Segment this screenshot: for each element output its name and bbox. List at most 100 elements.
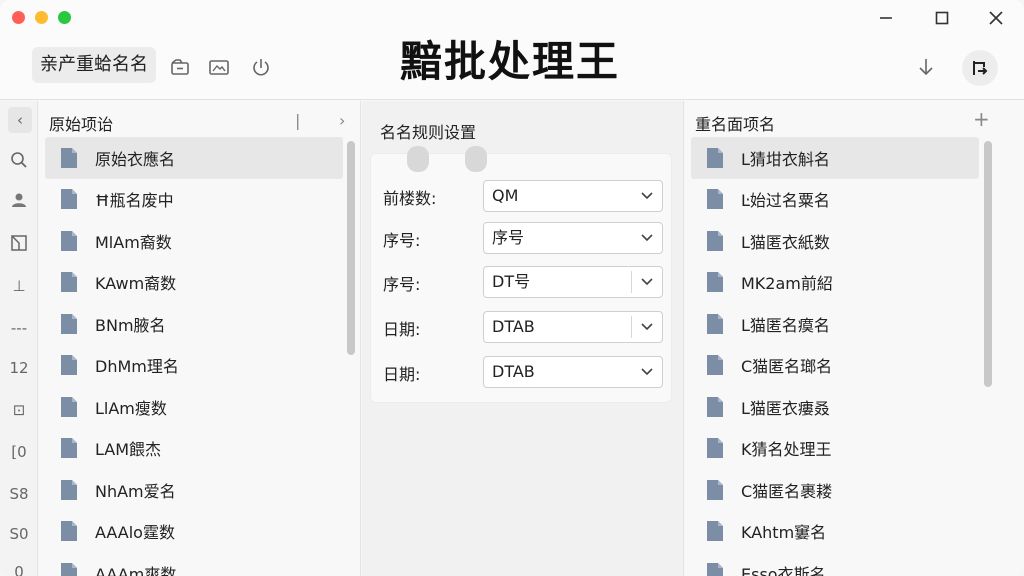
file-icon: [59, 230, 79, 252]
file-icon: [59, 437, 79, 459]
list-item[interactable]: Ħ瓶名废中: [45, 179, 343, 221]
rail-zero-button[interactable]: 0: [0, 559, 38, 576]
list-item[interactable]: C猫匿名裹耧: [691, 469, 979, 511]
file-icon: [59, 271, 79, 293]
maximize-dot[interactable]: [58, 11, 71, 24]
original-list-scrollbar[interactable]: [347, 141, 355, 355]
file-icon: [59, 188, 79, 210]
file-name: MlAm裔数: [95, 232, 172, 252]
file-name: L猫匿衣紙数: [741, 232, 830, 252]
close-icon: [989, 11, 1003, 25]
toggle-knob[interactable]: [465, 146, 487, 172]
rail-collapse-button[interactable]: ‹: [8, 107, 32, 133]
file-name: NhAm爱名: [95, 481, 176, 501]
download-button[interactable]: [915, 56, 937, 80]
export-button[interactable]: [962, 50, 998, 86]
power-button[interactable]: [250, 56, 272, 78]
download-icon: [919, 59, 933, 76]
list-item[interactable]: LlAm瘦数: [45, 386, 343, 428]
list-item[interactable]: NhAm爱名: [45, 469, 343, 511]
rail-search-button[interactable]: [0, 147, 38, 173]
renamed-files-panel: 重名面项名 + L猜坩衣斛名 Ŀ始过名粟名 L猫匿衣紙数 MK2am前紹 L猫匿…: [685, 101, 1024, 576]
renamed-list-scrollbar[interactable]: [984, 141, 992, 387]
list-item[interactable]: Esso衣斯名: [691, 552, 979, 576]
rail-dash-button[interactable]: ---: [0, 315, 38, 341]
image-icon: [209, 60, 229, 75]
list-item[interactable]: 原始衣應名: [45, 137, 343, 179]
app-window: 亲产重蛤名名 黯批处理王 ‹ ⊥ --- 12 ⊡ [0 S8 S0 0 原始项…: [0, 0, 1024, 576]
file-name: 原始衣應名: [95, 149, 176, 169]
batch-rename-button[interactable]: 亲产重蛤名名: [32, 47, 156, 83]
list-item[interactable]: Ŀ始过名粟名: [691, 179, 979, 221]
rule-label: 日期:: [383, 365, 421, 384]
file-icon: [705, 147, 725, 169]
list-item[interactable]: KAwm裔数: [45, 262, 343, 304]
list-item[interactable]: L猫匿衣瘻叒: [691, 386, 979, 428]
file-icon: [59, 562, 79, 576]
select-divider: [631, 316, 632, 338]
list-item[interactable]: BNm腋名: [45, 303, 343, 345]
list-item[interactable]: L猫匿名瘼名: [691, 303, 979, 345]
search-icon: [11, 152, 27, 168]
file-icon: [705, 479, 725, 501]
user-icon: [12, 193, 26, 207]
rules-card: 前楼数: QM 序号: 序号 序号: DT号 日期: DTAB 日期: DTAB: [370, 146, 672, 403]
close-dot[interactable]: [12, 11, 25, 24]
close-button[interactable]: [982, 6, 1010, 30]
select-value: DT号: [492, 272, 531, 291]
list-item[interactable]: DhMm理名: [45, 345, 343, 387]
rule-row-prefix: 前楼数: QM: [381, 180, 667, 212]
date-select[interactable]: DTAB: [483, 311, 663, 343]
rail-number-button[interactable]: 12: [0, 355, 38, 381]
list-item[interactable]: L猜坩衣斛名: [691, 137, 979, 179]
prefix-select[interactable]: QM: [483, 180, 663, 212]
minimize-dot[interactable]: [35, 11, 48, 24]
file-name: MK2am前紹: [741, 274, 833, 294]
select-value: 序号: [492, 228, 525, 247]
file-name: K猜名处理王: [741, 440, 832, 460]
rail-user-button[interactable]: [0, 187, 38, 213]
select-value: QM: [492, 186, 519, 205]
sequence-format-select[interactable]: DT号: [483, 266, 663, 298]
list-item[interactable]: MK2am前紹: [691, 262, 979, 304]
rule-label: 序号:: [383, 275, 421, 294]
title-bar: 亲产重蛤名名 黯批处理王: [0, 0, 1024, 100]
file-name: Ħ瓶名废中: [95, 191, 174, 211]
date-format-select[interactable]: DTAB: [483, 356, 663, 388]
list-item[interactable]: AAAm爽数: [45, 552, 343, 576]
list-item[interactable]: KAhtm窶名: [691, 511, 979, 553]
minimize-icon: [880, 17, 892, 19]
file-icon: [59, 354, 79, 376]
list-item[interactable]: MlAm裔数: [45, 220, 343, 262]
toggle-knob[interactable]: [407, 146, 429, 172]
rail-frame-button[interactable]: ⊡: [0, 397, 38, 423]
file-icon: [705, 230, 725, 252]
rail-s8-button[interactable]: S8: [0, 481, 38, 507]
file-icon: [705, 562, 725, 576]
add-folder-button[interactable]: [170, 56, 192, 78]
file-name: Esso衣斯名: [741, 564, 826, 576]
image-button[interactable]: [208, 56, 230, 78]
file-name: KAwm裔数: [95, 274, 177, 294]
chevron-right-icon[interactable]: ›: [339, 111, 345, 130]
list-item[interactable]: C猫匿名瑯名: [691, 345, 979, 387]
export-icon: [973, 61, 988, 75]
rail-panel-button[interactable]: [0, 230, 38, 256]
divider-handle[interactable]: |: [295, 111, 300, 130]
rail-bracket-button[interactable]: [0: [0, 439, 38, 465]
list-item[interactable]: L猫匿衣紙数: [691, 220, 979, 262]
add-icon[interactable]: +: [973, 107, 990, 131]
list-item[interactable]: AAAlo霆数: [45, 511, 343, 553]
rule-label: 日期:: [383, 320, 421, 339]
sequence-select[interactable]: 序号: [483, 222, 663, 254]
list-item[interactable]: LAM餵杰: [45, 428, 343, 470]
chevron-down-icon: [641, 278, 653, 286]
rail-s0-button[interactable]: S0: [0, 521, 38, 547]
renamed-panel-header: 重名面项名: [695, 115, 776, 134]
rail-align-button[interactable]: ⊥: [0, 273, 38, 299]
list-item[interactable]: K猜名处理王: [691, 428, 979, 470]
file-name: LAM餵杰: [95, 440, 162, 460]
minimize-button[interactable]: [872, 6, 900, 30]
file-name: Ŀ始过名粟名: [741, 191, 830, 211]
maximize-button[interactable]: [928, 6, 956, 30]
